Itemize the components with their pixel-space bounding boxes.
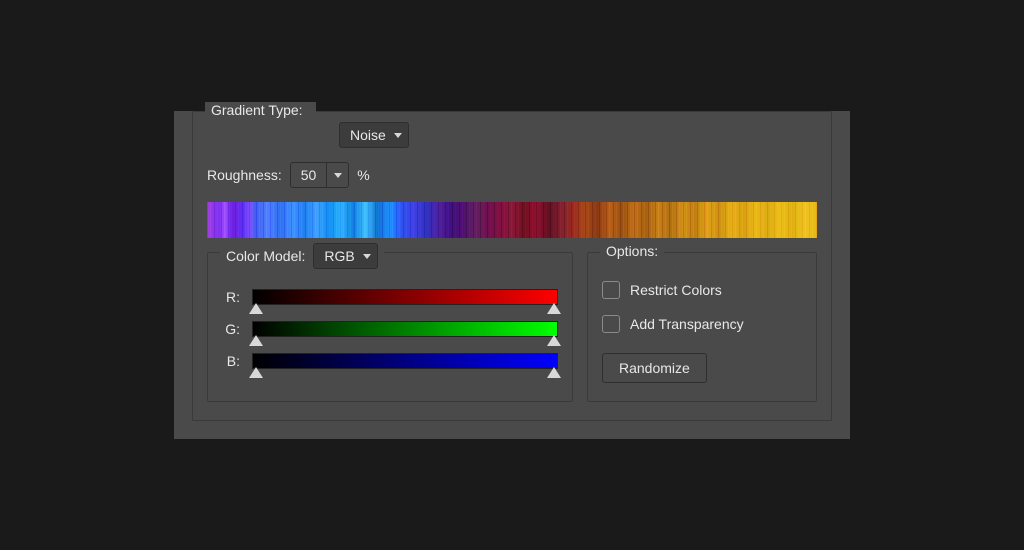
options-legend: Options: — [600, 243, 664, 259]
slider-r-max-thumb[interactable] — [547, 303, 561, 314]
chevron-down-icon — [394, 133, 402, 138]
chevron-down-icon — [363, 254, 371, 259]
slider-b[interactable] — [252, 353, 558, 369]
gradient-type-value: Noise — [350, 127, 386, 143]
gradient-panel: Gradient Type: Noise Roughness: 50 % — [174, 111, 850, 439]
channel-b-label: B: — [222, 353, 240, 369]
color-model-label: Color Model: — [226, 248, 305, 264]
roughness-stepper[interactable] — [326, 163, 348, 187]
color-model-fieldset: Color Model: RGB R: G: — [207, 252, 573, 402]
gradient-preview — [207, 202, 817, 238]
options-fieldset: Options: Restrict Colors Add Transparenc… — [587, 252, 817, 402]
gradient-type-label: Gradient Type: — [211, 102, 303, 118]
gradient-type-select[interactable]: Noise — [339, 122, 409, 148]
add-transparency-checkbox[interactable] — [602, 315, 620, 333]
randomize-button[interactable]: Randomize — [602, 353, 707, 383]
slider-g-min-thumb[interactable] — [249, 335, 263, 346]
add-transparency-label: Add Transparency — [630, 316, 744, 332]
color-model-select[interactable]: RGB — [313, 243, 377, 269]
roughness-label: Roughness: — [207, 167, 282, 183]
color-model-value: RGB — [324, 248, 354, 264]
channel-g-label: G: — [222, 321, 240, 337]
gradient-type-legend: Gradient Type: — [205, 102, 316, 118]
chevron-down-icon — [334, 173, 342, 178]
slider-b-min-thumb[interactable] — [249, 367, 263, 378]
slider-r-min-thumb[interactable] — [249, 303, 263, 314]
slider-r[interactable] — [252, 289, 558, 305]
slider-b-max-thumb[interactable] — [547, 367, 561, 378]
slider-g[interactable] — [252, 321, 558, 337]
options-label: Options: — [606, 243, 658, 259]
channel-r-label: R: — [222, 289, 240, 305]
roughness-unit: % — [357, 167, 369, 183]
gradient-fieldset: Gradient Type: Noise Roughness: 50 % — [192, 111, 832, 421]
randomize-button-label: Randomize — [619, 360, 690, 376]
slider-g-max-thumb[interactable] — [547, 335, 561, 346]
restrict-colors-label: Restrict Colors — [630, 282, 722, 298]
roughness-value: 50 — [291, 167, 327, 183]
roughness-input[interactable]: 50 — [290, 162, 350, 188]
restrict-colors-checkbox[interactable] — [602, 281, 620, 299]
color-model-legend: Color Model: RGB — [220, 243, 384, 269]
